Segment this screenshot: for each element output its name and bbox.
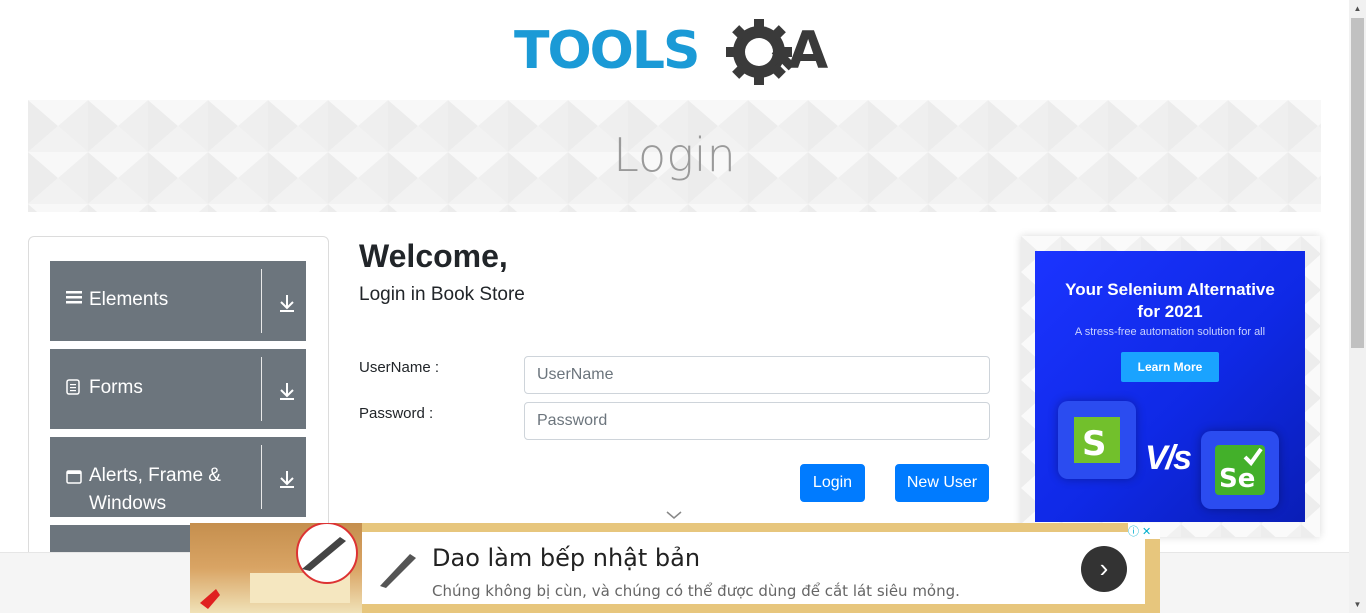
ad-subtext: A stress-free automation solution for al…: [1074, 326, 1266, 338]
list-icon: [66, 289, 82, 310]
ad-description: Chúng không bị cùn, và chúng có thể được…: [432, 582, 960, 600]
logo-text-a: A: [788, 21, 828, 81]
new-user-button[interactable]: New User: [895, 464, 989, 502]
sidebar-group-elements[interactable]: Elements: [50, 261, 306, 341]
learn-more-button[interactable]: Learn More: [1121, 352, 1219, 382]
chevron-down-icon[interactable]: [666, 510, 682, 520]
sidebar-group-forms[interactable]: Forms: [50, 349, 306, 429]
password-label: Password :: [359, 405, 434, 422]
scroll-thumb[interactable]: [1351, 18, 1364, 348]
sidebar-group-label: Forms: [89, 377, 143, 398]
scroll-up-icon[interactable]: ▲: [1349, 0, 1366, 17]
page-banner: Login: [28, 100, 1321, 212]
login-button[interactable]: Login: [800, 464, 865, 502]
knife-icon: [380, 554, 416, 588]
login-subtitle: Login in Book Store: [359, 284, 525, 305]
gear-icon: [726, 19, 796, 85]
page-scrollbar[interactable]: ▲ ▼: [1349, 0, 1366, 613]
ad-info-close-icon[interactable]: ⓘ ✕: [1128, 523, 1160, 539]
document-icon: [66, 379, 80, 400]
ad-title: Dao làm bếp nhật bản: [432, 544, 701, 572]
username-input[interactable]: [524, 356, 990, 394]
right-ad[interactable]: Your Selenium Alternative for 2021 A str…: [1035, 251, 1305, 522]
password-input[interactable]: [524, 402, 990, 440]
toolsqa-logo[interactable]: TOOLS A: [514, 16, 838, 92]
selenium-logo-icon: Se: [1201, 431, 1279, 509]
page-title: Login: [613, 128, 736, 182]
welcome-heading: Welcome,: [359, 238, 508, 274]
download-arrow-icon[interactable]: [278, 381, 296, 401]
selenium-se-text: Se: [1219, 464, 1255, 494]
scroll-down-icon[interactable]: ▼: [1349, 596, 1366, 613]
window-icon: [66, 470, 82, 489]
svg-text:S: S: [1082, 424, 1107, 464]
sidebar-group-label: Elements: [89, 289, 169, 310]
versus-text: V/s: [1145, 439, 1192, 477]
divider: [261, 445, 262, 509]
download-arrow-icon[interactable]: [278, 293, 296, 313]
username-label: UserName :: [359, 359, 440, 376]
katalon-logo-icon: S: [1058, 401, 1136, 479]
ad-headline-line2: for 2021: [1137, 302, 1203, 321]
divider: [261, 269, 262, 333]
sidebar-group-label: Alerts, Frame &: [89, 465, 221, 486]
knife-image: [190, 523, 362, 613]
divider: [261, 357, 262, 421]
sidebar-group-alerts[interactable]: Alerts, Frame & Windows: [50, 437, 306, 517]
sidebar-group-label-line2: Windows: [89, 493, 167, 514]
bottom-ad[interactable]: Dao làm bếp nhật bản Chúng không bị cùn,…: [190, 523, 1160, 613]
download-arrow-icon[interactable]: [278, 469, 296, 489]
ad-headline-line1: Your Selenium Alternative: [1065, 280, 1275, 299]
ad-next-button[interactable]: ›: [1081, 546, 1127, 592]
ad-panel: Dao làm bếp nhật bản Chúng không bị cùn,…: [362, 532, 1145, 604]
ad-headline: Your Selenium Alternative for 2021: [1035, 279, 1305, 323]
logo-text-tools: TOOLS: [514, 21, 698, 81]
